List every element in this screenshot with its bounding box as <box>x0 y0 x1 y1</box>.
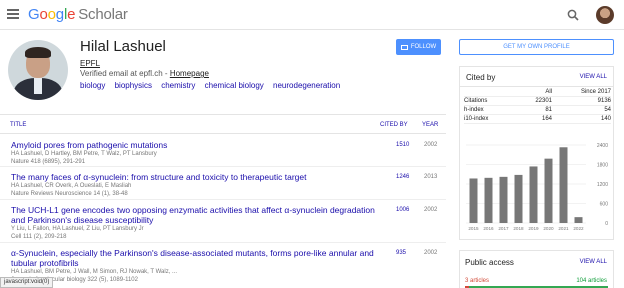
interest-link[interactable]: chemistry <box>161 81 195 90</box>
article-year: 2002 <box>424 250 438 256</box>
y-tick-label: 1200 <box>597 182 608 188</box>
citation-bar[interactable] <box>529 166 538 223</box>
article-year: 2013 <box>424 174 438 180</box>
cited-count-link[interactable]: 1510 <box>396 142 409 148</box>
y-tick-label: 0 <box>605 221 608 227</box>
article-journal: Cell 111 (2), 209-218 <box>11 234 67 240</box>
stats-row: h-index 81 54 <box>464 106 611 115</box>
col-all: All <box>545 89 552 95</box>
interest-link[interactable]: biology <box>80 81 105 90</box>
citation-bar[interactable] <box>514 174 523 223</box>
citation-stats: All Since 2017 Citations 22301 9136 h-in… <box>464 88 611 124</box>
profile-photo <box>8 40 68 100</box>
verified-email: Verified email at epfl.ch - Homepage <box>80 69 209 78</box>
account-avatar[interactable] <box>596 6 614 24</box>
sort-by-cited[interactable]: CITED BY <box>380 122 408 128</box>
article-journal: Nature Reviews Neuroscience 14 (1), 38-4… <box>11 191 128 197</box>
x-tick-label: 2022 <box>573 226 584 231</box>
articles-table-header: TITLE CITED BY YEAR <box>0 114 446 134</box>
citations-per-year-chart: 0 600 1200 1800 2400 2015 2016 2017 2018 2019 2020… <box>466 143 609 231</box>
cited-count-link[interactable]: 935 <box>396 250 406 256</box>
status-bar-url: javascript:void(0) <box>0 277 54 288</box>
citation-bar[interactable] <box>574 217 583 223</box>
stat-all: 81 <box>545 107 552 113</box>
sort-by-title[interactable]: TITLE <box>10 122 26 128</box>
follow-button[interactable]: FOLLOW <box>396 39 441 55</box>
y-tick-label: 2400 <box>597 143 608 149</box>
article-authors: HA Lashuel, CR Overk, A Oueslati, E Masl… <box>11 183 132 189</box>
available-count: 104 articles <box>576 278 607 284</box>
x-tick-label: 2020 <box>543 226 554 231</box>
stat-all: 164 <box>541 116 552 122</box>
stat-label: Citations <box>464 98 488 104</box>
x-tick-label: 2019 <box>528 226 539 231</box>
x-tick-label: 2018 <box>513 226 524 231</box>
cited-by-view-all[interactable]: VIEW ALL <box>580 74 607 80</box>
cited-count-link[interactable]: 1246 <box>396 174 409 180</box>
article-title-link[interactable]: The many faces of α-synuclein: from stru… <box>11 172 376 182</box>
stat-since: 54 <box>604 107 611 113</box>
interest-link[interactable]: biophysics <box>115 81 152 90</box>
article-title-link[interactable]: The UCH-L1 gene encodes two opposing enz… <box>11 205 376 225</box>
article-year: 2002 <box>424 142 438 148</box>
envelope-icon <box>400 44 408 50</box>
y-tick-label: 1800 <box>597 163 608 169</box>
get-my-own-profile-button[interactable]: GET MY OWN PROFILE <box>459 39 614 55</box>
public-access-view-all[interactable]: VIEW ALL <box>580 259 607 265</box>
x-tick-label: 2017 <box>498 226 509 231</box>
cited-count-link[interactable]: 1006 <box>396 207 409 213</box>
follow-label: FOLLOW <box>410 44 437 50</box>
article-authors: HA Lashuel, D Hartley, BM Petre, T Walz,… <box>11 151 157 157</box>
cited-by-title: Cited by <box>466 73 496 82</box>
x-tick-label: 2016 <box>483 226 494 231</box>
interest-link[interactable]: neurodegeneration <box>273 81 340 90</box>
stat-label: i10-index <box>464 116 489 122</box>
cited-by-panel: Cited by VIEW ALL All Since 2017 Citatio… <box>459 66 614 240</box>
cited-by-header: Cited by VIEW ALL <box>460 67 613 87</box>
stat-since: 9136 <box>597 98 611 104</box>
public-access-title: Public access <box>465 258 514 267</box>
citation-bar[interactable] <box>544 158 553 223</box>
article-authors: HA Lashuel, BM Petre, J Wall, M Simon, R… <box>11 269 178 275</box>
stats-header-row: All Since 2017 <box>464 88 611 97</box>
article-year: 2002 <box>424 207 438 213</box>
article-title-link[interactable]: Amyloid pores from pathogenic mutations <box>11 140 376 150</box>
y-tick-label: 600 <box>600 202 609 208</box>
x-tick-label: 2015 <box>468 226 479 231</box>
col-since: Since 2017 <box>580 89 611 95</box>
table-row: α-Synuclein, especially the Parkinson's … <box>0 248 446 288</box>
research-interests: biology biophysics chemistry chemical bi… <box>80 81 347 90</box>
stat-all: 22301 <box>535 98 552 104</box>
x-tick-label: 2021 <box>558 226 569 231</box>
article-journal: Nature 418 (6895), 291-291 <box>11 159 86 165</box>
table-row: The UCH-L1 gene encodes two opposing enz… <box>0 205 446 243</box>
affiliation-link[interactable]: EPFL <box>80 59 100 68</box>
interest-link[interactable]: chemical biology <box>205 81 264 90</box>
stat-since: 140 <box>600 116 611 122</box>
table-row: The many faces of α-synuclein: from stru… <box>0 172 446 200</box>
public-access-panel: Public access VIEW ALL 3 articles 104 ar… <box>459 250 614 288</box>
menu-icon[interactable] <box>7 9 19 19</box>
citation-bar[interactable] <box>559 147 568 223</box>
citation-bar[interactable] <box>469 178 478 223</box>
stats-row: i10-index 164 140 <box>464 115 611 124</box>
stat-label: h-index <box>464 107 484 113</box>
verified-email-text: Verified email at epfl.ch - <box>80 69 170 78</box>
article-authors: Y Liu, L Fallon, HA Lashuel, Z Liu, PT L… <box>11 226 144 232</box>
search-icon[interactable] <box>567 9 579 21</box>
google-scholar-logo[interactable]: Google Scholar <box>28 6 128 23</box>
sort-by-year[interactable]: YEAR <box>422 122 438 128</box>
stats-row: Citations 22301 9136 <box>464 97 611 106</box>
article-title-link[interactable]: α-Synuclein, especially the Parkinson's … <box>11 248 376 268</box>
top-bar: Google Scholar <box>0 0 624 30</box>
citation-bar[interactable] <box>499 176 508 223</box>
citation-bar[interactable] <box>484 177 493 223</box>
profile-name: Hilal Lashuel <box>80 38 166 55</box>
not-available-count: 3 articles <box>465 278 490 284</box>
table-row: Amyloid pores from pathogenic mutations … <box>0 140 446 167</box>
homepage-link[interactable]: Homepage <box>170 69 209 78</box>
